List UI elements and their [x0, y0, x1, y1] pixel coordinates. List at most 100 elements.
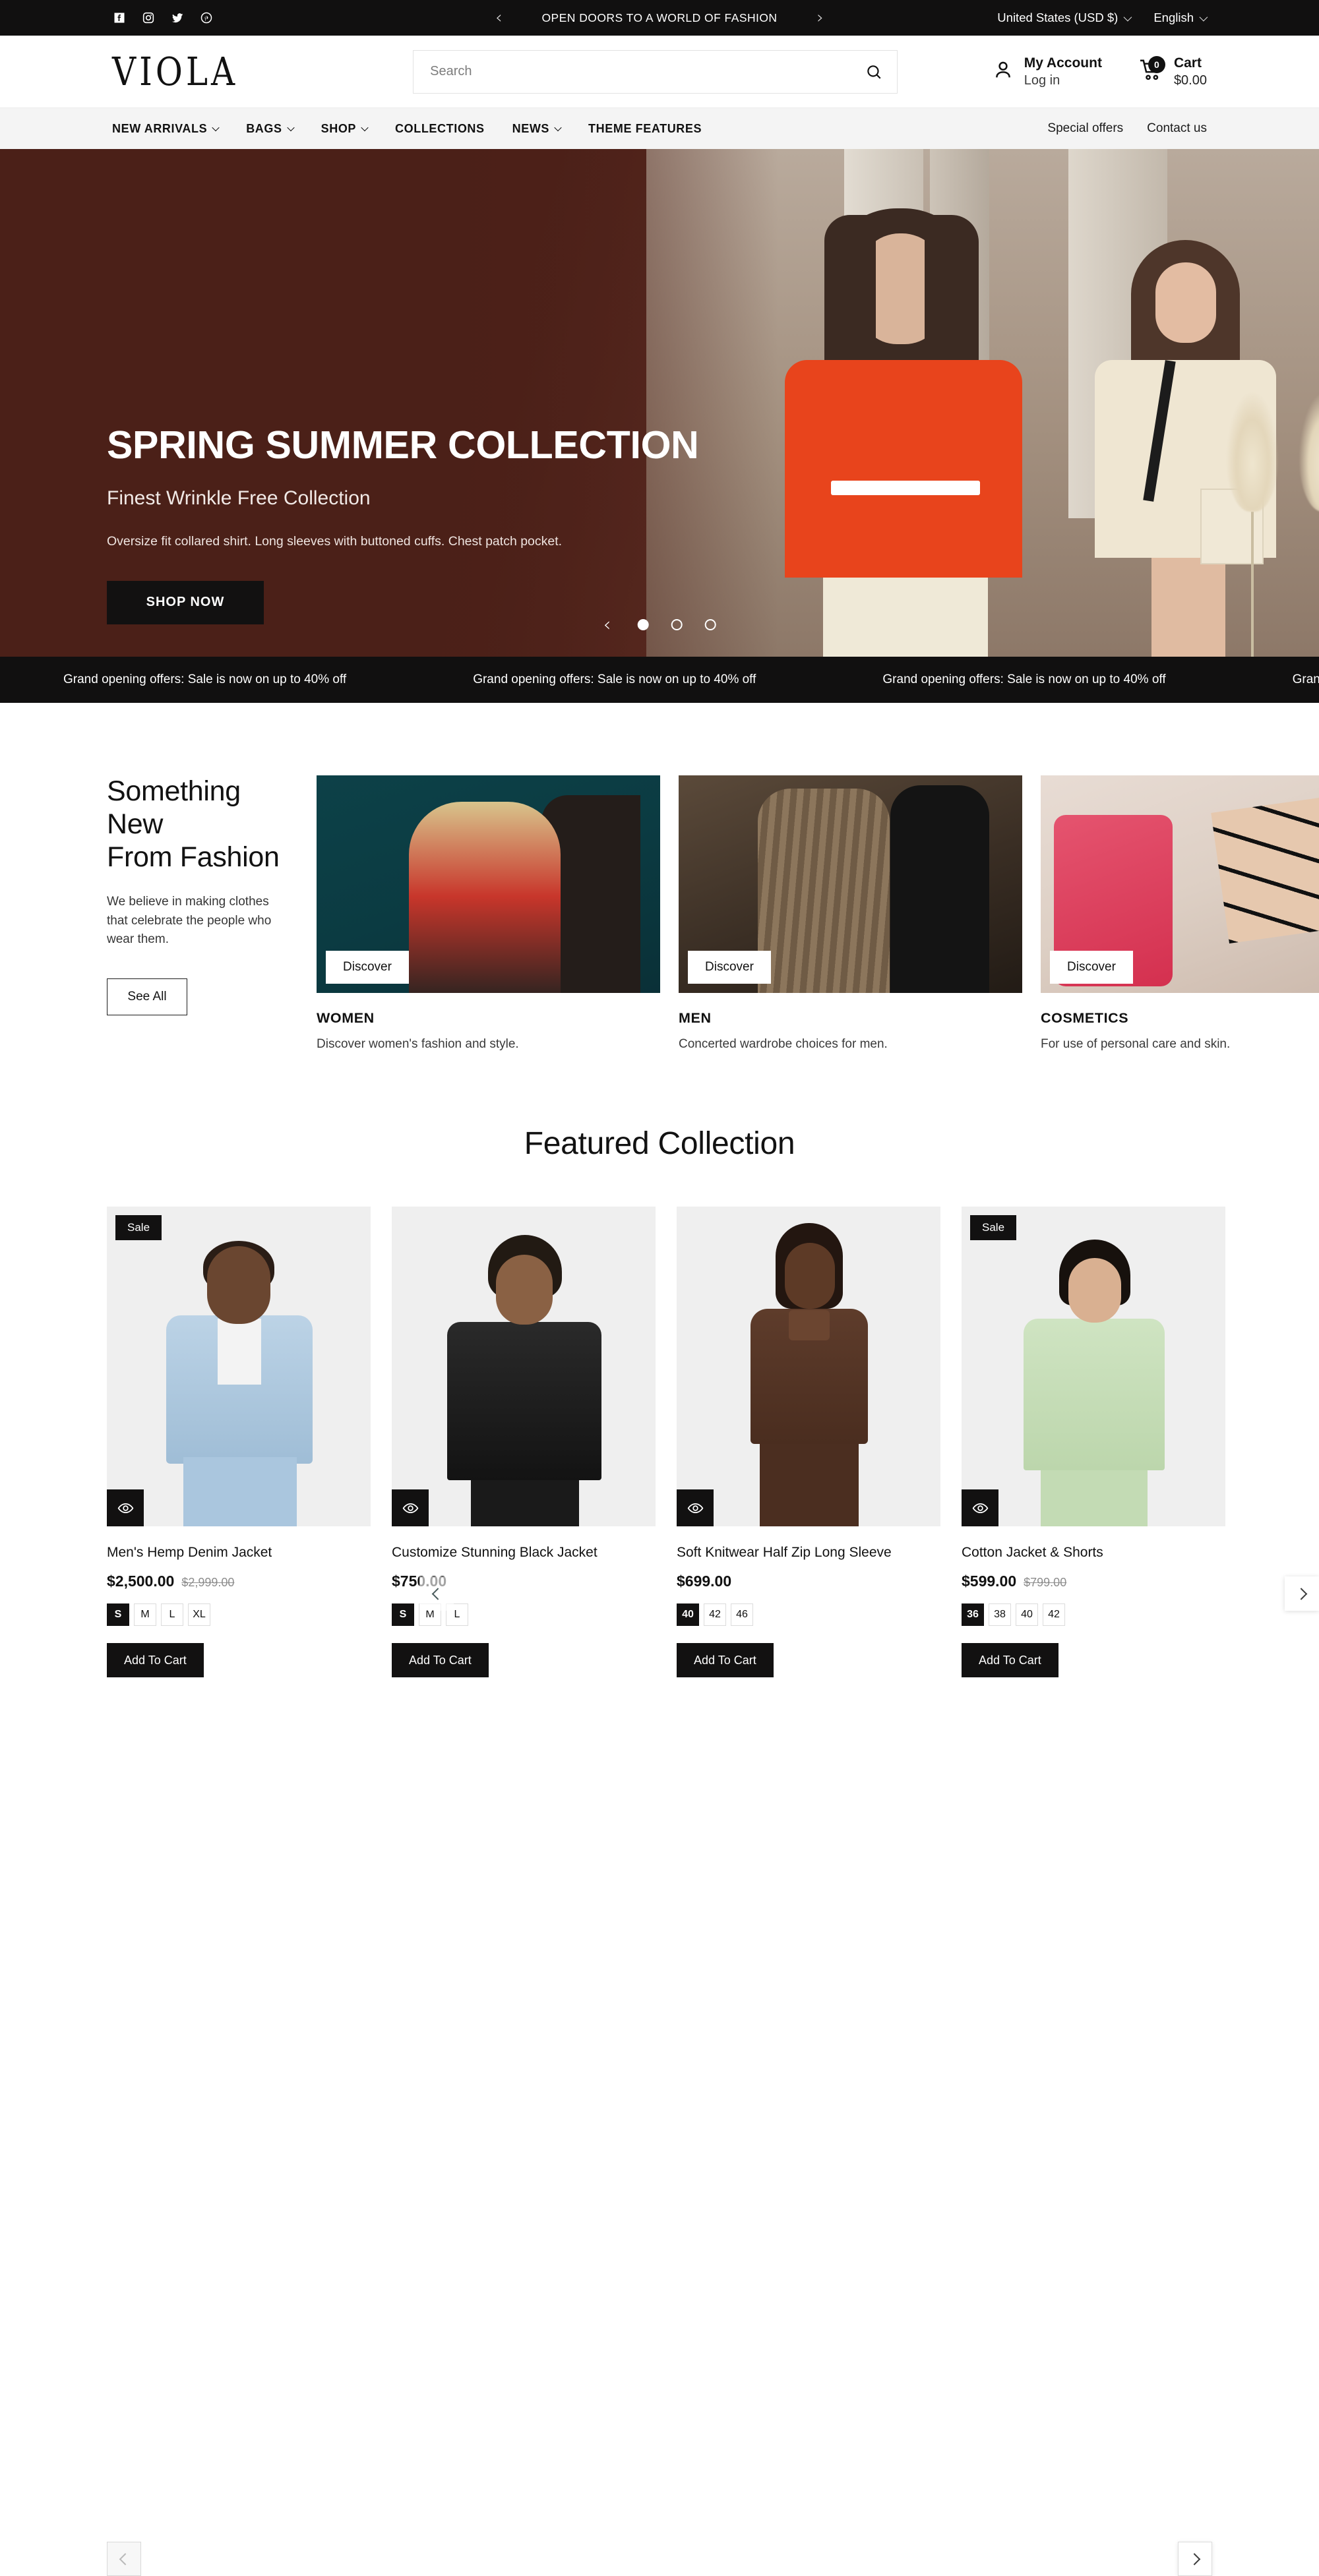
chevron-down-icon [1123, 13, 1132, 21]
search-bar[interactable] [413, 49, 898, 94]
discover-button[interactable]: Discover [326, 951, 409, 984]
eye-icon [117, 1503, 133, 1513]
nav-item-label: NEW ARRIVALS [112, 121, 208, 135]
product-prev-button[interactable] [107, 2542, 141, 2576]
quick-view-button[interactable] [962, 1489, 998, 1526]
country-selector[interactable]: United States (USD $) [997, 11, 1132, 25]
nav-item-label: COLLECTIONS [395, 121, 485, 135]
category-card[interactable]: Discover COSMETICS For use of personal car… [1041, 775, 1319, 1052]
nav-item-new-arrivals[interactable]: NEW ARRIVALS [112, 121, 220, 136]
shop-now-button[interactable]: SHOP NOW [107, 580, 264, 624]
discover-button[interactable]: Discover [1050, 951, 1133, 984]
marquee-item: Grand opening offers: Sale is now on up … [473, 673, 756, 686]
category-card[interactable]: Discover MEN Concerted wardrobe choices fo… [679, 775, 1022, 1052]
hero-dot-3[interactable] [704, 618, 716, 630]
product-card[interactable]: Sale Men's Hemp Denim Jacket $2,500.00 $2,9… [107, 1207, 371, 1677]
discover-button[interactable]: Discover [688, 951, 771, 984]
category-intro: Something New From Fashion We believe in… [0, 775, 317, 1016]
announcement-next-button[interactable]: › [817, 9, 824, 26]
quick-view-button[interactable] [392, 1489, 429, 1526]
hero-dot-2[interactable] [671, 618, 683, 630]
size-option[interactable]: S [107, 1603, 129, 1626]
product-image[interactable]: Sale [962, 1207, 1225, 1526]
size-option[interactable]: L [161, 1603, 183, 1626]
hero-prev-button[interactable]: ‹ [603, 613, 611, 636]
add-to-cart-button[interactable]: Add To Cart [677, 1643, 774, 1677]
nav-link-special-offers[interactable]: Special offers [1047, 121, 1123, 136]
product-image[interactable]: Sale [107, 1207, 371, 1526]
twitter-icon[interactable] [170, 11, 185, 25]
size-selector: S M L XL [107, 1603, 371, 1626]
size-option[interactable]: 36 [962, 1603, 984, 1626]
quick-view-button[interactable] [107, 1489, 144, 1526]
search-button[interactable] [865, 63, 882, 80]
add-to-cart-button[interactable]: Add To Cart [107, 1643, 204, 1677]
hero-subtitle: Finest Wrinkle Free Collection [107, 487, 371, 509]
nav-item-bags[interactable]: BAGS [246, 122, 295, 136]
size-option[interactable]: 40 [1016, 1603, 1038, 1626]
see-all-button[interactable]: See All [107, 978, 187, 1016]
nav-item-shop[interactable]: SHOP [321, 121, 369, 136]
chevron-down-icon [1199, 13, 1208, 21]
product-image[interactable] [392, 1207, 656, 1526]
eye-icon [402, 1503, 418, 1513]
featured-products: Sale Men's Hemp Denim Jacket $2,500.00 $2,9… [0, 1207, 1319, 2576]
category-card[interactable]: Discover WOMEN Discover women's fashion an… [317, 775, 660, 1052]
product-price-row: $599.00 $799.00 [962, 1573, 1225, 1590]
announcement-prev-button[interactable]: ‹ [495, 9, 502, 26]
product-price-row: $2,500.00 $2,999.00 [107, 1573, 371, 1590]
language-selector[interactable]: English [1153, 11, 1208, 25]
add-to-cart-button[interactable]: Add To Cart [962, 1643, 1058, 1677]
login-link[interactable]: Log in [1024, 72, 1102, 89]
marquee-item: Grand opening offers: Sale is now on up … [63, 673, 347, 686]
size-selector: 36 38 40 42 [962, 1603, 1225, 1626]
search-icon [867, 65, 881, 79]
nav-item-label: NEWS [512, 121, 550, 135]
nav-item-news[interactable]: NEWS [512, 121, 562, 136]
category-heading-line2: From Fashion [107, 841, 280, 873]
nav-item-theme-features[interactable]: THEME FEATURES [588, 122, 702, 136]
hero-description: Oversize fit collared shirt. Long sleeve… [107, 533, 563, 549]
pinterest-icon[interactable] [199, 11, 214, 25]
featured-collection-title: Featured Collection [524, 1126, 795, 1161]
product-card[interactable]: Sale Cotton Jacket & Shorts $599.00 $799.00… [962, 1207, 1225, 1677]
product-title[interactable]: Customize Stunning Black Jacket [392, 1545, 656, 1561]
size-option[interactable]: 42 [1043, 1603, 1065, 1626]
instagram-icon[interactable] [141, 11, 156, 25]
product-title[interactable]: Soft Knitwear Half Zip Long Sleeve [677, 1545, 940, 1561]
quick-view-button[interactable] [677, 1489, 714, 1526]
nav-item-label: SHOP [321, 121, 357, 135]
pampas-grass [1227, 393, 1278, 657]
product-card[interactable]: Soft Knitwear Half Zip Long Sleeve $699.0… [677, 1207, 940, 1677]
size-option[interactable]: S [392, 1603, 414, 1626]
size-option[interactable]: 46 [731, 1603, 753, 1626]
product-compare-price: $799.00 [1024, 1576, 1067, 1589]
product-next-button[interactable] [1178, 2542, 1212, 2576]
locale-selectors: United States (USD $) English [997, 11, 1208, 25]
size-option[interactable]: 42 [704, 1603, 726, 1626]
my-account-button[interactable]: My Account Log in [992, 54, 1102, 89]
size-option[interactable]: 38 [989, 1603, 1011, 1626]
nav-link-contact-us[interactable]: Contact us [1147, 121, 1207, 136]
facebook-icon[interactable] [112, 11, 127, 25]
product-carousel: Sale Men's Hemp Denim Jacket $2,500.00 $2,9… [107, 1207, 1225, 1677]
size-option[interactable]: M [134, 1603, 156, 1626]
cart-total: $0.00 [1173, 73, 1207, 88]
size-option[interactable]: 40 [677, 1603, 699, 1626]
nav-secondary-links: Special offers Contact us [1047, 121, 1207, 136]
cart-button[interactable]: 0 Cart $0.00 [1139, 54, 1207, 89]
hero-dot-1[interactable] [637, 618, 649, 630]
product-image[interactable] [677, 1207, 940, 1526]
product-price: $2,500.00 [107, 1573, 175, 1590]
nav-item-collections[interactable]: COLLECTIONS [395, 122, 485, 136]
product-title[interactable]: Cotton Jacket & Shorts [962, 1545, 1225, 1561]
search-input[interactable] [430, 64, 866, 79]
category-next-button[interactable] [1285, 1576, 1319, 1611]
add-to-cart-button[interactable]: Add To Cart [392, 1643, 489, 1677]
site-logo[interactable]: VIOLA [112, 52, 238, 91]
nav-items: NEW ARRIVALS BAGS SHOP COLLECTIONS NEWS THEME… [112, 122, 702, 136]
category-prev-button[interactable] [419, 1576, 454, 1611]
sale-badge: Sale [970, 1215, 1017, 1240]
size-option[interactable]: XL [188, 1603, 210, 1626]
product-title[interactable]: Men's Hemp Denim Jacket [107, 1545, 371, 1561]
